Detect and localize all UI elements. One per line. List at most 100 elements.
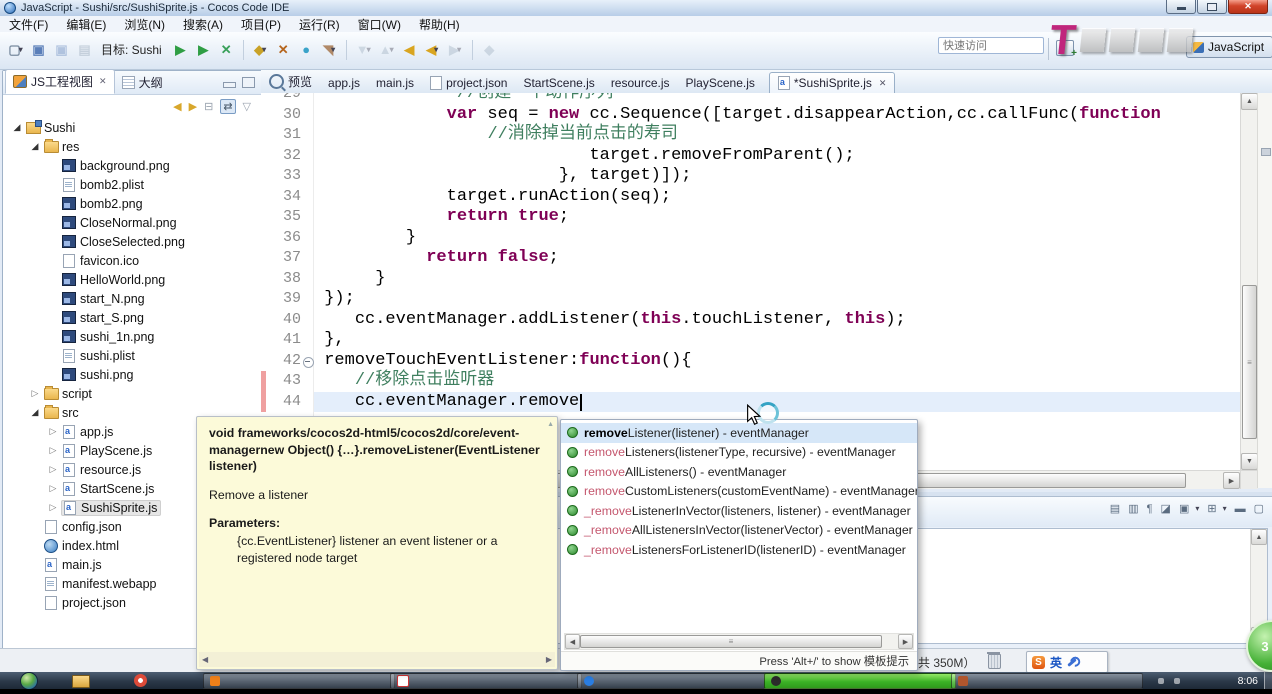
autocomplete-horizontal-scrollbar[interactable]: ◀ ≡ ▶ <box>564 633 914 650</box>
scroll-right-icon[interactable]: ▶ <box>898 634 913 649</box>
completion-item-7[interactable]: _removeListenersForListenerID(listenerID… <box>561 540 917 560</box>
tree-item-sushi-1n-png[interactable]: sushi_1n.png <box>3 327 261 346</box>
tray-icon[interactable] <box>1158 678 1164 684</box>
expand-arrow-icon[interactable]: ▷ <box>27 388 43 399</box>
debug-button[interactable]: ◆▾ <box>250 39 271 60</box>
completion-item-1[interactable]: removeListener(listener) - eventManager <box>561 423 917 443</box>
quick-access-input[interactable] <box>938 37 1044 54</box>
minimize-button[interactable] <box>1166 0 1196 14</box>
close-icon[interactable]: ✕ <box>99 76 107 87</box>
completion-item-4[interactable]: removeCustomListeners(customEventName) -… <box>561 482 917 502</box>
vertical-scroll-thumb[interactable]: ≡ <box>1242 285 1257 439</box>
minimize-icon[interactable]: ▬ <box>1235 503 1246 515</box>
editor-vertical-scrollbar[interactable]: ▲ ≡ ▼ <box>1240 93 1258 470</box>
close-icon[interactable]: ✕ <box>879 78 887 89</box>
completion-item-6[interactable]: _removeAllListenersInVector(listenerVect… <box>561 521 917 541</box>
editor-tab-app-js[interactable]: app.js <box>320 73 368 93</box>
taskbar-window-1[interactable] <box>203 673 395 689</box>
run-in-browser-button[interactable]: ▶ <box>193 39 214 60</box>
menu-item-7[interactable]: 窗口(W) <box>349 16 410 33</box>
editor-tab--sushisprite-js[interactable]: *SushiSprite.js✕ <box>769 72 896 93</box>
link-with-editor-icon[interactable]: ⇄ <box>220 99 235 114</box>
view-tab-project[interactable]: JS工程视图✕ <box>5 69 115 94</box>
menu-item-1[interactable]: 文件(F) <box>0 16 57 33</box>
view-maximize-icon[interactable] <box>242 77 255 88</box>
menu-item-5[interactable]: 项目(P) <box>232 16 290 33</box>
tree-item-start-s-png[interactable]: start_S.png <box>3 308 261 327</box>
prev-annotation-button[interactable]: ▲▾ <box>376 39 397 60</box>
ime-language-toggle[interactable]: 英 <box>1050 654 1062 671</box>
tree-item-background-png[interactable]: background.png <box>3 156 261 175</box>
garbage-collect-icon[interactable] <box>988 654 1001 669</box>
taskbar-window-2[interactable] <box>390 673 582 689</box>
new-wizard-button[interactable]: ▢▾ <box>5 39 26 60</box>
tree-item-sushi[interactable]: ◢Sushi <box>3 118 261 137</box>
word-wrap-icon[interactable]: ¶ <box>1147 503 1153 515</box>
editor-tab-main-js[interactable]: main.js <box>368 73 422 93</box>
tree-item-helloworld-png[interactable]: HelloWorld.png <box>3 270 261 289</box>
editor-tab--[interactable]: 预览 <box>261 70 320 93</box>
taskbar-window-3[interactable] <box>577 673 769 689</box>
back-arrow-icon[interactable]: ◀ <box>173 100 181 113</box>
maximize-button[interactable] <box>1197 0 1227 14</box>
show-desktop-button[interactable] <box>1264 672 1272 689</box>
close-button[interactable]: ✕ <box>1228 0 1268 14</box>
expand-arrow-icon[interactable]: ▷ <box>45 502 61 513</box>
menu-item-2[interactable]: 编辑(E) <box>57 16 115 33</box>
tree-item-res[interactable]: ◢res <box>3 137 261 156</box>
doc-horizontal-scrollbar[interactable]: ◀ ▶ <box>199 652 555 667</box>
forward-history-button[interactable]: ▶▾ <box>445 39 466 60</box>
tree-item-script[interactable]: ▷script <box>3 384 261 403</box>
tree-item-closenormal-png[interactable]: CloseNormal.png <box>3 213 261 232</box>
scroll-up-icon[interactable]: ▲ <box>547 421 554 428</box>
pin-console-icon[interactable]: ◪ <box>1161 502 1171 515</box>
run-last-button[interactable]: ● <box>296 39 317 60</box>
scroll-down-icon[interactable]: ▼ <box>1241 453 1258 470</box>
maximize-icon[interactable]: ▢ <box>1254 502 1264 515</box>
clear-console-icon[interactable]: ▤ <box>1110 502 1120 515</box>
view-minimize-icon[interactable] <box>223 82 236 88</box>
annotation-marker[interactable] <box>1261 148 1271 156</box>
menu-item-3[interactable]: 浏览(N) <box>115 16 174 33</box>
completion-item-2[interactable]: removeListeners(listenerType, recursive)… <box>561 443 917 463</box>
tray-icon[interactable] <box>1174 678 1180 684</box>
save-button[interactable]: ▣ <box>28 39 49 60</box>
tree-item-bomb2-png[interactable]: bomb2.png <box>3 194 261 213</box>
taskbar-window-5[interactable] <box>951 673 1143 689</box>
menu-item-6[interactable]: 运行(R) <box>290 16 349 33</box>
view-tab-outline[interactable]: 大纲 <box>115 71 170 94</box>
expand-arrow-icon[interactable]: ▷ <box>45 464 61 475</box>
input-method-bar[interactable]: S 英 <box>1026 651 1108 673</box>
scroll-left-icon[interactable]: ◀ <box>565 634 580 649</box>
display-selected-console-icon[interactable]: ▣ <box>1179 502 1189 515</box>
tree-item-start-n-png[interactable]: start_N.png <box>3 289 261 308</box>
collapse-arrow-icon[interactable]: ◢ <box>27 141 43 152</box>
scroll-up-icon[interactable]: ▲ <box>1241 93 1258 110</box>
view-menu-icon[interactable]: ▽ <box>243 100 251 113</box>
collapse-all-icon[interactable]: ⊟ <box>204 100 213 113</box>
completion-item-3[interactable]: removeAllListeners() - eventManager <box>561 462 917 482</box>
collapse-arrow-icon[interactable]: ◢ <box>27 407 43 418</box>
external-tools-button[interactable]: ✕ <box>273 39 294 60</box>
tree-item-sushi-png[interactable]: sushi.png <box>3 365 261 384</box>
skip-breakpoints-button[interactable]: ✕ <box>216 39 237 60</box>
forward-arrow-icon[interactable]: ▶ <box>189 100 197 113</box>
sogou-ime-icon[interactable]: S <box>1032 656 1045 669</box>
save-all-button[interactable]: ▣ <box>51 39 72 60</box>
editor-tab-project-json[interactable]: project.json <box>422 73 515 93</box>
perspective-javascript-button[interactable]: JavaScript <box>1186 36 1272 58</box>
print-button[interactable]: ▤ <box>74 39 95 60</box>
collapse-arrow-icon[interactable]: ◢ <box>9 122 25 133</box>
scroll-left-icon[interactable]: ◀ <box>202 655 208 664</box>
next-annotation-button[interactable]: ▼▾ <box>353 39 374 60</box>
scroll-up-icon[interactable]: ▲ <box>1251 529 1267 545</box>
completion-item-5[interactable]: _removeListenerInVector(listeners, liste… <box>561 501 917 521</box>
fold-collapse-icon[interactable] <box>303 357 314 368</box>
expand-arrow-icon[interactable]: ▷ <box>45 426 61 437</box>
tree-item-closeselected-png[interactable]: CloseSelected.png <box>3 232 261 251</box>
horizontal-scroll-thumb[interactable]: ≡ <box>580 635 882 648</box>
scroll-right-icon[interactable]: ▶ <box>546 655 552 664</box>
open-console-icon[interactable]: ⊞ <box>1207 502 1216 515</box>
tree-item-sushi-plist[interactable]: sushi.plist <box>3 346 261 365</box>
menu-item-8[interactable]: 帮助(H) <box>410 16 469 33</box>
